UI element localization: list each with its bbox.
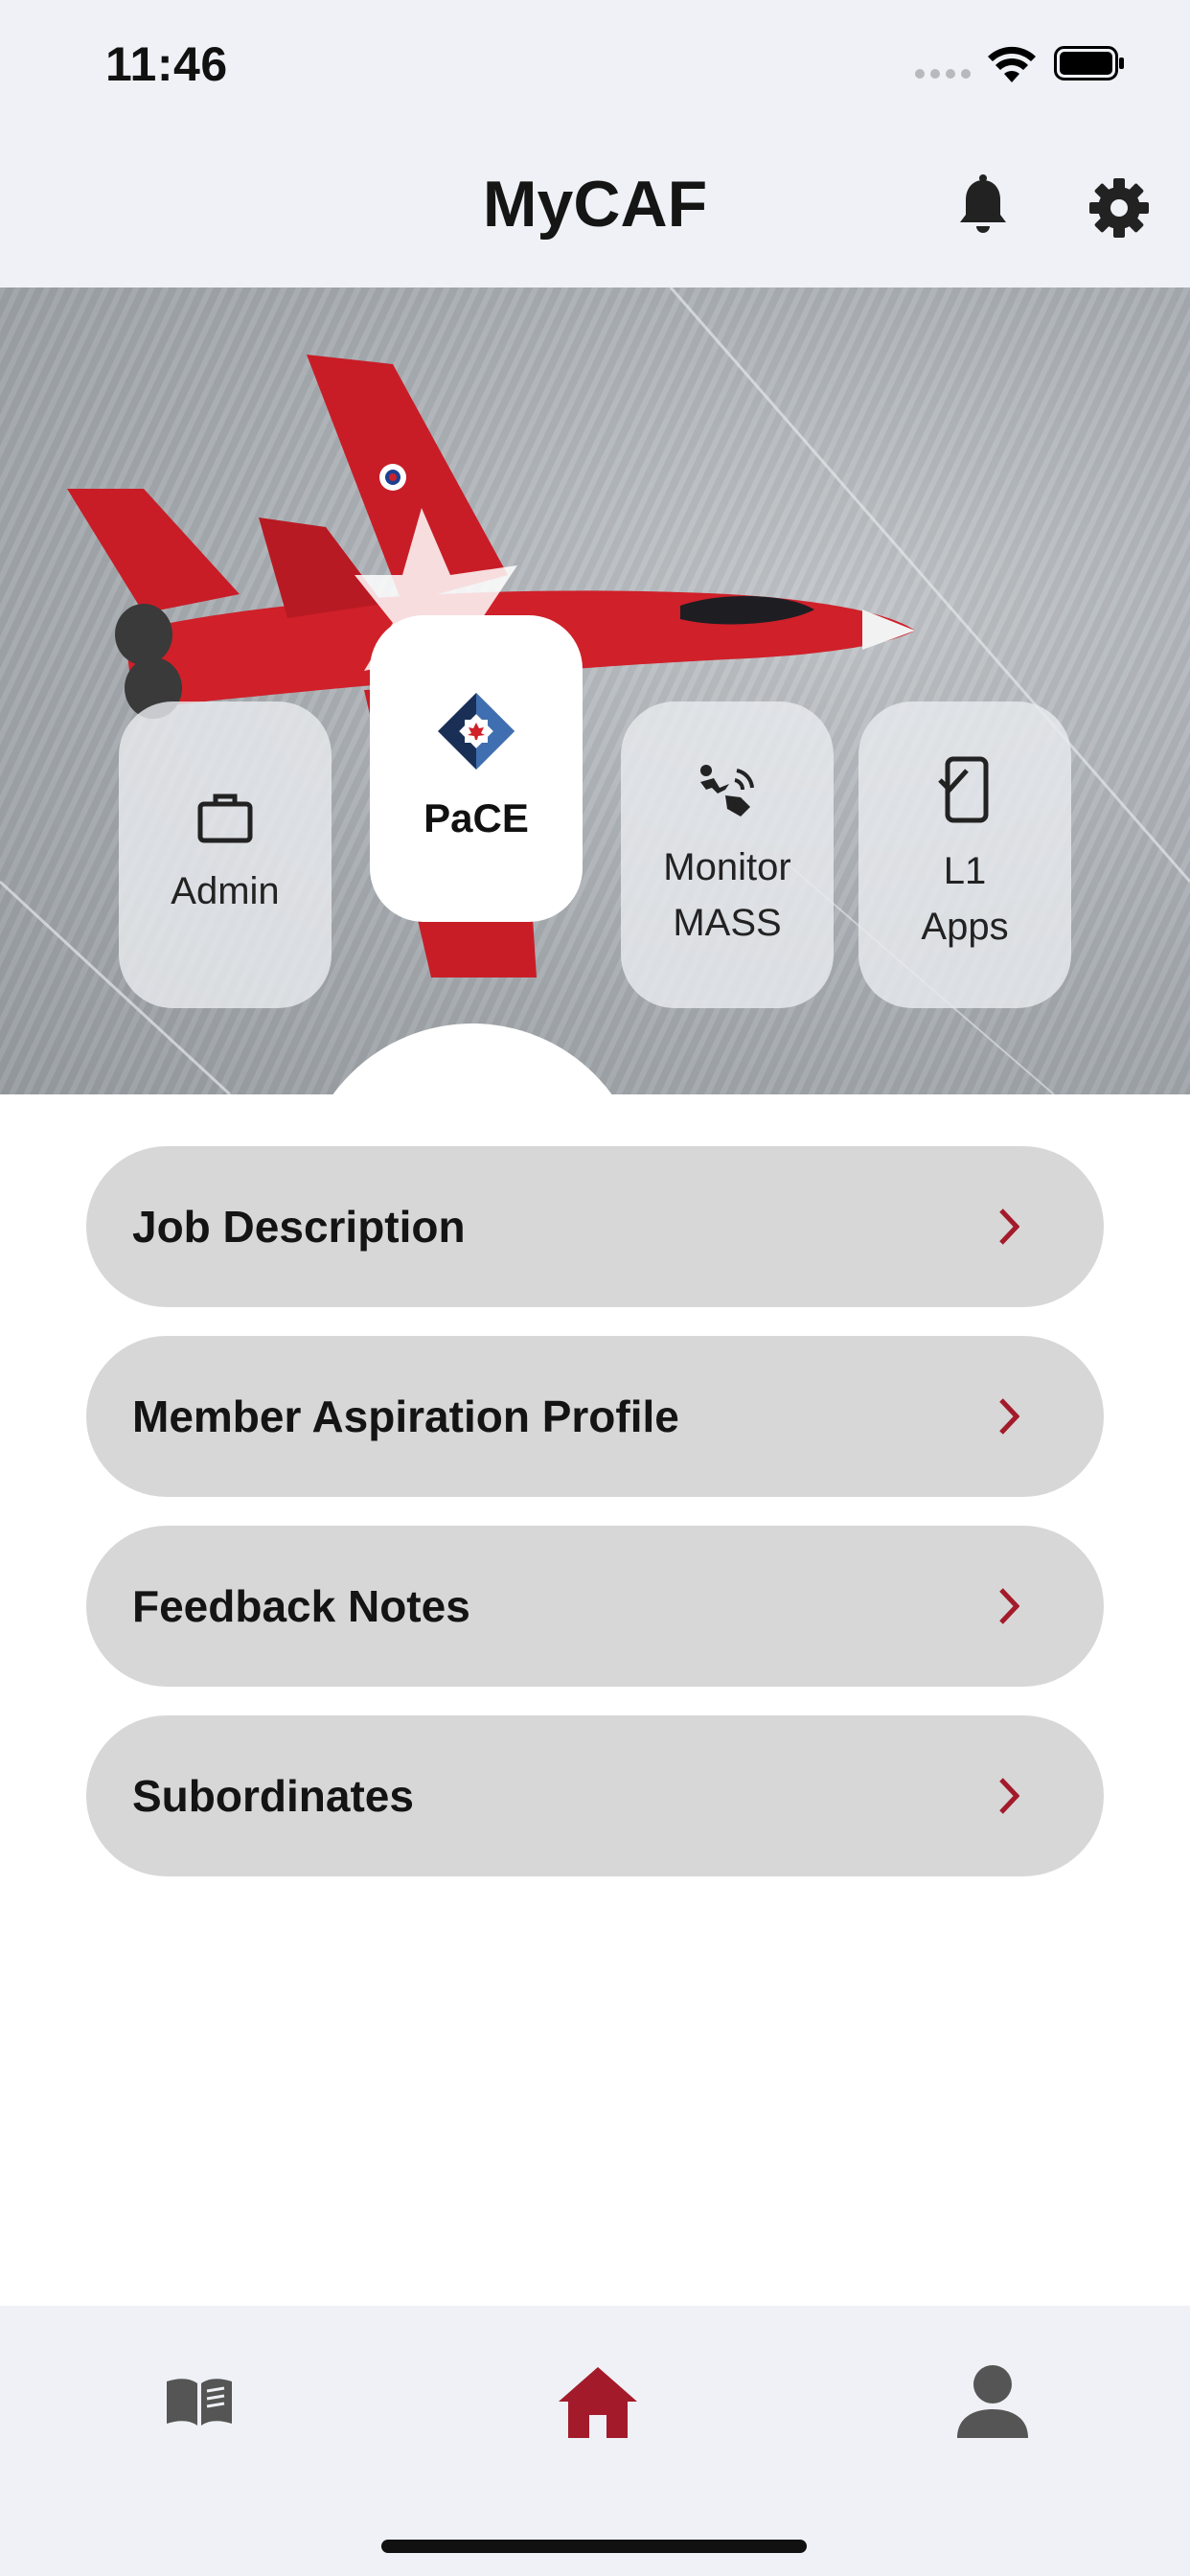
- l1-apps-tile[interactable]: L1 Apps: [858, 702, 1071, 1008]
- monitor-mass-icon: [700, 765, 754, 816]
- nav-library[interactable]: [132, 2344, 266, 2459]
- admin-tile[interactable]: Admin: [119, 702, 332, 1008]
- page-title: MyCAF: [482, 168, 708, 241]
- menu-item-label: Feedback Notes: [132, 1581, 470, 1631]
- chevron-right-icon: [999, 1778, 1019, 1814]
- menu-item-label: Subordinates: [132, 1771, 414, 1821]
- monitor-mass-tile[interactable]: Monitor MASS: [621, 702, 834, 1008]
- wifi-icon: [988, 46, 1036, 82]
- monitor-mass-label-line2: MASS: [673, 902, 782, 944]
- home-indicator: [381, 2540, 807, 2553]
- admin-tile-label: Admin: [171, 870, 280, 912]
- pace-tile[interactable]: PaCE: [370, 615, 583, 922]
- cellular-signal-icon: [915, 69, 971, 79]
- status-bar: 11:46: [0, 0, 1190, 134]
- chevron-right-icon: [999, 1398, 1019, 1435]
- phone-check-icon: [938, 756, 989, 823]
- app-header: MyCAF: [0, 134, 1190, 288]
- chevron-right-icon: [999, 1588, 1019, 1624]
- gear-icon[interactable]: [1089, 178, 1149, 238]
- person-icon: [957, 2365, 1028, 2438]
- briefcase-icon: [197, 794, 253, 843]
- battery-icon: [1054, 46, 1124, 80]
- nav-profile[interactable]: [926, 2344, 1060, 2459]
- monitor-mass-label-line1: Monitor: [663, 846, 791, 888]
- home-icon: [559, 2367, 637, 2438]
- status-time: 11:46: [105, 37, 228, 91]
- pace-logo-icon: [438, 693, 515, 770]
- l1-apps-label-line2: Apps: [921, 906, 1009, 948]
- menu-item-label: Job Description: [132, 1202, 466, 1252]
- subordinates-item[interactable]: Subordinates: [86, 1715, 1104, 1876]
- chevron-right-icon: [999, 1208, 1019, 1245]
- member-aspiration-profile-item[interactable]: Member Aspiration Profile: [86, 1336, 1104, 1497]
- pace-tile-label: PaCE: [423, 795, 529, 840]
- nav-home[interactable]: [531, 2344, 665, 2459]
- book-icon: [167, 2379, 232, 2426]
- l1-apps-label-line1: L1: [943, 850, 987, 892]
- menu-item-label: Member Aspiration Profile: [132, 1392, 679, 1441]
- job-description-item[interactable]: Job Description: [86, 1146, 1104, 1307]
- feedback-notes-item[interactable]: Feedback Notes: [86, 1526, 1104, 1687]
- bell-icon[interactable]: [956, 174, 1010, 238]
- bottom-nav: [0, 2306, 1190, 2576]
